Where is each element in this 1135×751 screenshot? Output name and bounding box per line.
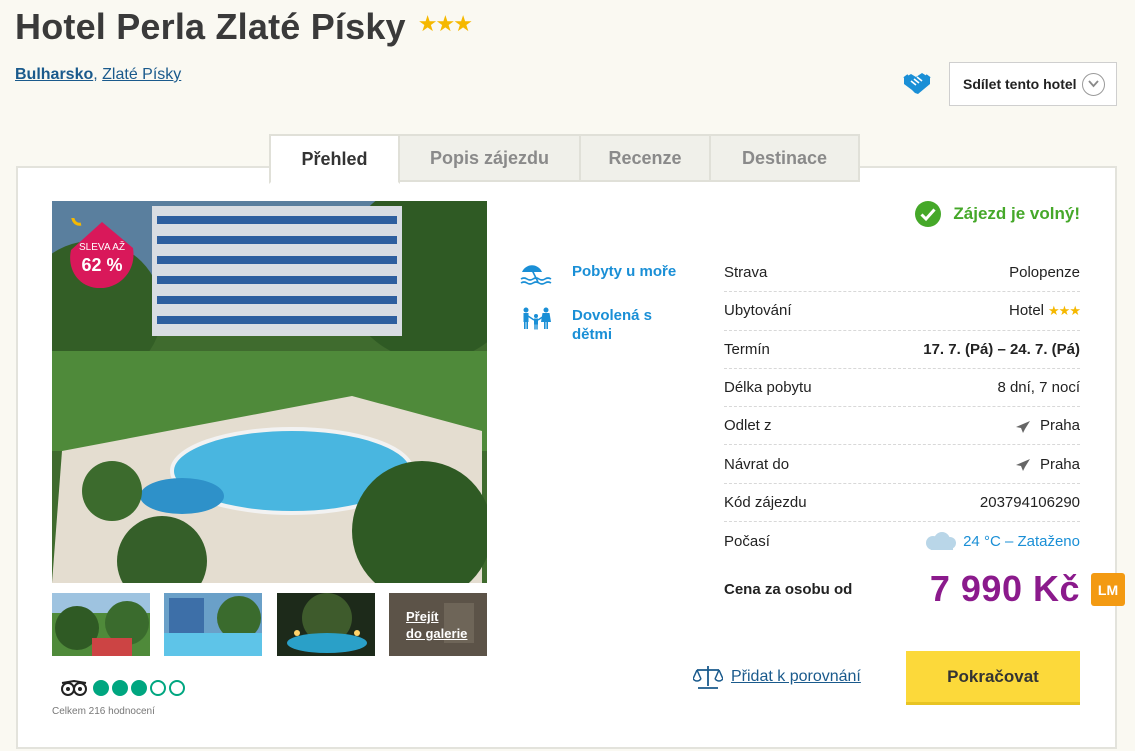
breadcrumb-separator: , [93, 66, 98, 83]
cloud-icon [926, 532, 957, 551]
category-beach[interactable]: Pobyty u moře [520, 262, 676, 286]
gallery-thumbnail[interactable] [52, 593, 150, 656]
tab-destination[interactable]: Destinace [709, 134, 860, 182]
rating-dot-empty [150, 680, 166, 696]
handshake-icon [903, 73, 931, 94]
open-gallery-link[interactable]: Přejít do galerie [389, 593, 487, 656]
info-row-code: Kód zájezdu 203794106290 [724, 484, 1080, 523]
rating-dot-filled [93, 680, 109, 696]
availability-text: Zájezd je volný! [953, 204, 1080, 223]
hotel-title: Hotel Perla Zlaté Písky [15, 6, 406, 47]
info-label: Ubytování [724, 302, 792, 320]
plane-icon [1015, 420, 1030, 433]
open-gallery-text[interactable]: Přejít do galerie [406, 608, 467, 642]
info-row-date: Termín 17. 7. (Pá) – 24. 7. (Pá) [724, 331, 1080, 369]
info-row-departure: Odlet z Praha [724, 407, 1080, 446]
availability-status: Zájezd je volný! [915, 201, 1080, 227]
continue-button[interactable]: Pokračovat [906, 651, 1080, 705]
tab-overview[interactable]: Přehled [269, 134, 400, 184]
sale-tag-label: SLEVA AŽ [79, 242, 125, 253]
info-row-accommodation: Ubytování Hotel ★★★ [724, 292, 1081, 331]
price-label: Cena za osobu od [724, 580, 853, 598]
scale-icon [693, 666, 723, 689]
category-beach-label: Pobyty u moře [572, 263, 677, 280]
gallery-thumbnail[interactable] [164, 593, 262, 656]
tripadvisor-owl-icon [61, 680, 87, 696]
info-value: 203794106290 [979, 493, 1080, 511]
info-value-wrap: Praha [1015, 456, 1080, 473]
rating-dot-filled [112, 680, 128, 696]
review-count: Celkem 216 hodnocení [52, 706, 155, 717]
chevron-down-icon [1082, 73, 1105, 96]
add-to-compare-label: Přidat k porovnání [731, 668, 861, 685]
title-row: Hotel Perla Zlaté Písky ★★★ [15, 6, 473, 48]
info-row-duration: Délka pobytu 8 dní, 7 nocí [724, 369, 1080, 408]
info-value-wrap: Praha [1015, 417, 1080, 434]
info-row-weather: Počasí 24 °C – Zataženo [724, 522, 1080, 560]
hotel-stars: ★★★ [417, 11, 473, 36]
sale-tag: SLEVA AŽ 62 % [67, 218, 137, 288]
info-label: Délka pobytu [724, 379, 812, 397]
add-to-compare-link[interactable]: Přidat k porovnání [693, 664, 861, 690]
price-value: 7 990 Kč [929, 568, 1080, 609]
beach-umbrella-icon [520, 265, 552, 285]
open-gallery-line1: Přejít [406, 609, 439, 624]
tab-bar: Přehled Popis zájezdu Recenze Destinace [269, 134, 860, 184]
info-value: Praha [1039, 455, 1080, 473]
last-minute-badge: LM [1091, 573, 1125, 606]
check-circle-icon [915, 201, 942, 227]
info-label: Návrat do [724, 455, 790, 473]
rating-dot-empty [169, 680, 185, 696]
breadcrumb-country-link[interactable]: Bulharsko [15, 66, 93, 83]
gallery-thumbnail[interactable] [277, 593, 375, 656]
category-family-label: Dovolená s dětmi [572, 307, 653, 343]
trip-info-table: Strava Polopenze Ubytování Hotel ★★★ Ter… [724, 254, 1081, 560]
info-value: 8 dní, 7 nocí [997, 379, 1080, 397]
info-label: Kód zájezdu [724, 493, 807, 511]
weather-value: 24 °C – Zataženo [963, 532, 1080, 550]
info-label: Odlet z [724, 417, 772, 435]
info-label: Termín [724, 340, 770, 358]
info-value-wrap: Hotel ★★★ [1009, 302, 1081, 320]
plane-icon [1015, 459, 1030, 472]
info-row-return: Návrat do Praha [724, 445, 1080, 484]
info-label: Strava [724, 264, 768, 282]
family-icon [523, 307, 551, 330]
info-value: Hotel [1009, 302, 1045, 320]
rating-dot-filled [131, 680, 147, 696]
breadcrumb-city-link[interactable]: Zlaté Písky [102, 66, 181, 83]
tripadvisor-rating[interactable] [60, 680, 188, 696]
accommodation-stars: ★★★ [1048, 302, 1081, 318]
tab-description[interactable]: Popis zájezdu [398, 134, 581, 182]
share-hotel-button[interactable]: Sdílet tento hotel [949, 62, 1117, 106]
info-value: Praha [1039, 417, 1080, 435]
price-row: Cena za osobu od 7 990 Kč [724, 568, 1080, 610]
sale-tag-percent: 62 % [81, 255, 123, 275]
open-gallery-line2: do galerie [406, 626, 468, 641]
info-label: Počasí [724, 532, 770, 550]
info-value: Polopenze [1009, 264, 1080, 282]
share-hotel-label: Sdílet tento hotel [963, 76, 1077, 92]
info-value: 17. 7. (Pá) – 24. 7. (Pá) [923, 340, 1080, 358]
category-family[interactable]: Dovolená s dětmi [520, 306, 672, 344]
breadcrumb: Bulharsko, Zlaté Písky [15, 66, 181, 84]
tab-reviews[interactable]: Recenze [579, 134, 711, 182]
info-row-meal: Strava Polopenze [724, 254, 1080, 293]
info-value-wrap: 24 °C – Zataženo [923, 531, 1080, 551]
